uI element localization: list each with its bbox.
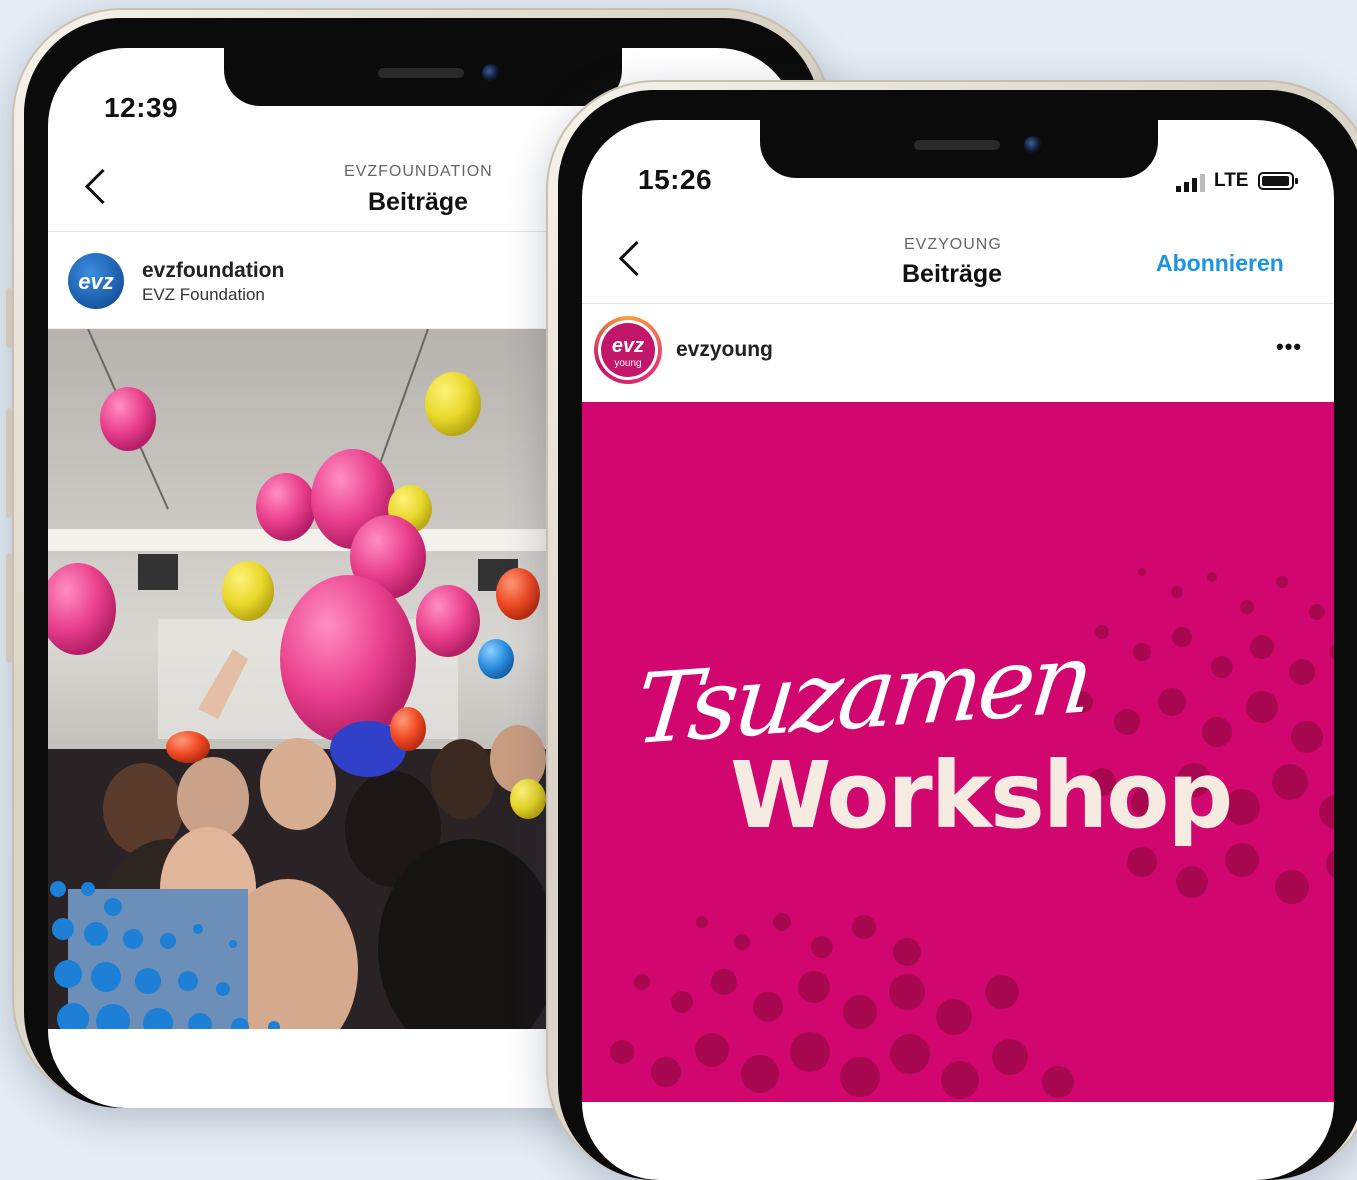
camera xyxy=(1024,136,1042,154)
side-button xyxy=(6,553,12,663)
post-fullname: EVZ Foundation xyxy=(142,285,265,304)
post-username[interactable]: evzfoundation xyxy=(142,259,284,283)
phone-right: 15:26 LTE EVZYOUNG Beiträge Abonnieren e… xyxy=(546,80,1357,1180)
bezel: 15:26 LTE EVZYOUNG Beiträge Abonnieren e… xyxy=(558,90,1357,1180)
header-title: Beiträge xyxy=(902,260,1003,288)
notch xyxy=(760,120,1158,178)
header-title: Beiträge xyxy=(368,188,469,216)
svg-text:young: young xyxy=(614,358,641,369)
more-options-icon[interactable]: ••• xyxy=(1276,334,1302,360)
evz-logo-icon: evz xyxy=(78,269,113,294)
divider xyxy=(582,303,1334,304)
screen-right: 15:26 LTE EVZYOUNG Beiträge Abonnieren e… xyxy=(582,120,1334,1180)
svg-text:evz: evz xyxy=(612,335,644,357)
speaker xyxy=(378,68,464,78)
status-time: 15:26 xyxy=(638,164,713,195)
post-username[interactable]: evzyoung xyxy=(676,338,773,362)
network-label: LTE xyxy=(1214,170,1249,191)
camera xyxy=(482,64,500,82)
follow-button[interactable]: Abonnieren xyxy=(1156,250,1284,277)
signal-icon xyxy=(1176,174,1208,192)
svg-text:evz: evz xyxy=(78,269,113,294)
side-button xyxy=(6,408,12,518)
graphic-main-word: Workshop xyxy=(730,742,1233,849)
speaker xyxy=(914,140,1000,150)
notch xyxy=(224,48,622,106)
status-time: 12:39 xyxy=(104,92,179,123)
back-chevron-icon[interactable] xyxy=(84,168,121,205)
header-account: EVZFOUNDATION xyxy=(344,163,493,180)
battery-icon xyxy=(1258,172,1298,190)
evz-young-logo-icon: evz young xyxy=(612,335,644,369)
side-button xyxy=(6,288,12,348)
back-chevron-icon[interactable] xyxy=(618,240,655,277)
avatar[interactable]: evz young xyxy=(594,316,662,384)
avatar[interactable]: evz xyxy=(68,253,124,309)
header-account: EVZYOUNG xyxy=(904,236,1002,253)
post-graphic[interactable]: Tsuzamen Workshop xyxy=(582,402,1334,1102)
